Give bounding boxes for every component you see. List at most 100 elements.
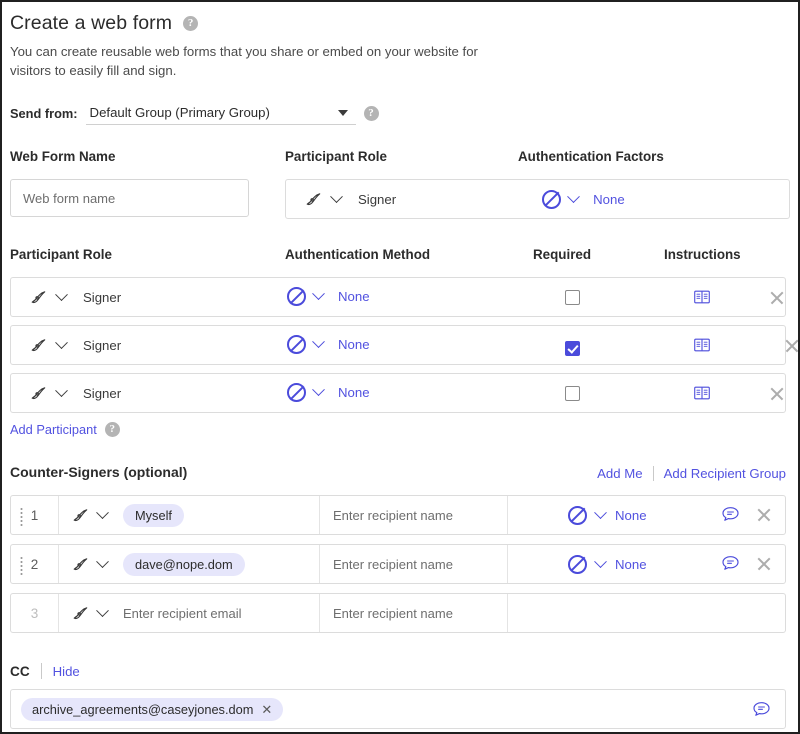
participant-auth-selector[interactable]: None: [287, 383, 370, 403]
counter-signer-index: 1: [11, 496, 59, 535]
counter-signer-actions: [773, 594, 785, 632]
drag-handle-icon[interactable]: [20, 507, 23, 527]
header-participant-role: Participant Role: [285, 149, 387, 165]
required-checkbox[interactable]: [565, 290, 580, 306]
counter-signer-auth-selector: [508, 594, 773, 632]
book-icon[interactable]: [693, 385, 711, 401]
top-form-headers: Web Form Name Participant Role Authentic…: [10, 149, 786, 171]
counter-signer-name-placeholder: Enter recipient name: [333, 507, 453, 523]
counter-signer-auth-selector[interactable]: None: [508, 496, 720, 534]
counter-signer-email-chip[interactable]: Myself: [123, 503, 184, 527]
top-role-auth-box: Signer None: [285, 179, 790, 220]
cc-hide-link[interactable]: Hide: [53, 664, 80, 679]
counter-signer-message-button[interactable]: [720, 554, 741, 574]
participant-auth-value[interactable]: None: [338, 289, 370, 304]
required-checkbox[interactable]: [565, 341, 580, 357]
remove-participant-button[interactable]: [768, 289, 786, 307]
remove-counter-signer-button[interactable]: [755, 506, 773, 524]
chevron-down-icon-role: [96, 506, 109, 519]
counter-signer-email-cell[interactable]: dave@nope.dom: [59, 545, 320, 584]
no-auth-icon: [287, 335, 306, 355]
page-title: Create a web form: [10, 12, 173, 34]
top-role-selector[interactable]: Signer: [304, 189, 396, 209]
counter-signer-auth-value[interactable]: None: [615, 557, 647, 572]
drag-handle-icon[interactable]: [20, 556, 23, 576]
help-circle-icon-send-from[interactable]: ?: [363, 105, 379, 121]
web-form-panel: Create a web form ? You can create reusa…: [2, 2, 798, 732]
web-form-name-input[interactable]: Web form name: [10, 179, 249, 218]
book-icon[interactable]: [693, 337, 711, 353]
participant-auth-selector[interactable]: None: [287, 335, 370, 355]
no-auth-icon: [287, 287, 306, 307]
chevron-down-icon-auth: [594, 506, 607, 519]
top-auth-value[interactable]: None: [593, 192, 625, 207]
counter-signer-name-input[interactable]: Enter recipient name: [320, 496, 508, 535]
participant-row: Signer None: [10, 325, 786, 366]
counter-signer-actions: [720, 545, 785, 583]
signature-pen-icon: [31, 339, 46, 352]
counter-signer-email-cell[interactable]: Myself: [59, 496, 320, 535]
help-circle-icon-add-participant[interactable]: ?: [104, 422, 120, 438]
counter-signer-auth-selector[interactable]: None: [508, 545, 720, 583]
counter-signer-message-button[interactable]: [720, 505, 741, 525]
page-subtitle: You can create reusable web forms that y…: [10, 44, 478, 79]
message-bubble-icon-cc[interactable]: [751, 700, 772, 720]
counter-signer-email-cell[interactable]: Enter recipient email: [59, 594, 320, 633]
counter-signer-name-input[interactable]: Enter recipient name: [320, 545, 508, 584]
counter-signer-email-chip[interactable]: dave@nope.dom: [123, 552, 245, 576]
help-circle-icon-title[interactable]: ?: [183, 16, 199, 31]
participant-role-value: Signer: [83, 289, 122, 305]
remove-participant-button[interactable]: [768, 385, 786, 403]
signature-pen-icon: [73, 607, 88, 620]
header-auth-method: Authentication Method: [285, 247, 431, 263]
remove-counter-signer-button[interactable]: [755, 555, 773, 573]
signature-pen-icon: [31, 387, 46, 400]
add-recipient-group-link[interactable]: Add Recipient Group: [664, 466, 786, 481]
header-required: Required: [533, 247, 592, 263]
chevron-down-icon-role: [55, 288, 68, 301]
counter-signers-header: Counter-Signers (optional) Add Me Add Re…: [10, 464, 786, 486]
top-auth-selector[interactable]: None: [542, 189, 625, 209]
remove-participant-button[interactable]: [783, 337, 798, 355]
chevron-down-icon: [337, 110, 348, 117]
add-participant-link[interactable]: Add Participant: [10, 422, 97, 437]
signature-pen-icon: [73, 558, 88, 571]
required-checkbox[interactable]: [565, 386, 580, 402]
message-bubble-icon[interactable]: [720, 505, 741, 525]
cc-recipient-chip[interactable]: archive_agreements@caseyjones.dom ✕: [21, 697, 284, 721]
participant-role-selector[interactable]: Signer: [29, 335, 121, 355]
cc-input-box[interactable]: archive_agreements@caseyjones.dom ✕: [10, 689, 786, 730]
counter-signer-row: 3 Enter recipient email Enter recipient na…: [10, 593, 786, 634]
counter-signer-auth-value[interactable]: None: [615, 508, 647, 523]
no-auth-icon: [568, 554, 587, 574]
participant-auth-value[interactable]: None: [338, 385, 370, 400]
counter-signer-name-input[interactable]: Enter recipient name: [320, 594, 508, 633]
participant-role-selector[interactable]: Signer: [29, 383, 121, 403]
send-from-value: Default Group (Primary Group): [89, 105, 270, 121]
header-authentication-factors: Authentication Factors: [518, 149, 664, 165]
header-web-form-name: Web Form Name: [10, 149, 116, 165]
participant-table-headers: Participant Role Authentication Method R…: [10, 247, 786, 269]
instructions-button[interactable]: [693, 385, 711, 401]
add-me-link[interactable]: Add Me: [597, 466, 642, 481]
no-auth-icon: [568, 505, 587, 525]
send-from-row: Send from: Default Group (Primary Group)…: [10, 101, 786, 126]
instructions-button[interactable]: [693, 289, 711, 305]
cc-recipient-email: archive_agreements@caseyjones.dom: [32, 701, 254, 717]
signature-pen-icon: [73, 509, 88, 522]
counter-signer-rows: 1 Myself Enter recipient name None 2 dave@nop…: [10, 495, 786, 634]
participant-auth-value[interactable]: None: [338, 337, 370, 352]
participant-role-selector[interactable]: Signer: [29, 287, 121, 307]
close-icon-cc-chip[interactable]: ✕: [261, 703, 272, 716]
participant-auth-selector[interactable]: None: [287, 287, 370, 307]
book-icon[interactable]: [693, 289, 711, 305]
send-from-select[interactable]: Default Group (Primary Group): [85, 101, 356, 126]
cc-header: CC Hide: [10, 663, 786, 680]
counter-signer-row: 1 Myself Enter recipient name None: [10, 495, 786, 536]
chevron-down-icon-auth: [312, 335, 325, 349]
message-bubble-icon[interactable]: [720, 554, 741, 574]
counter-signer-name-placeholder: Enter recipient name: [333, 605, 453, 621]
chevron-down-icon-auth: [594, 555, 607, 568]
instructions-button[interactable]: [693, 337, 711, 353]
counter-signer-index: 2: [11, 545, 59, 584]
